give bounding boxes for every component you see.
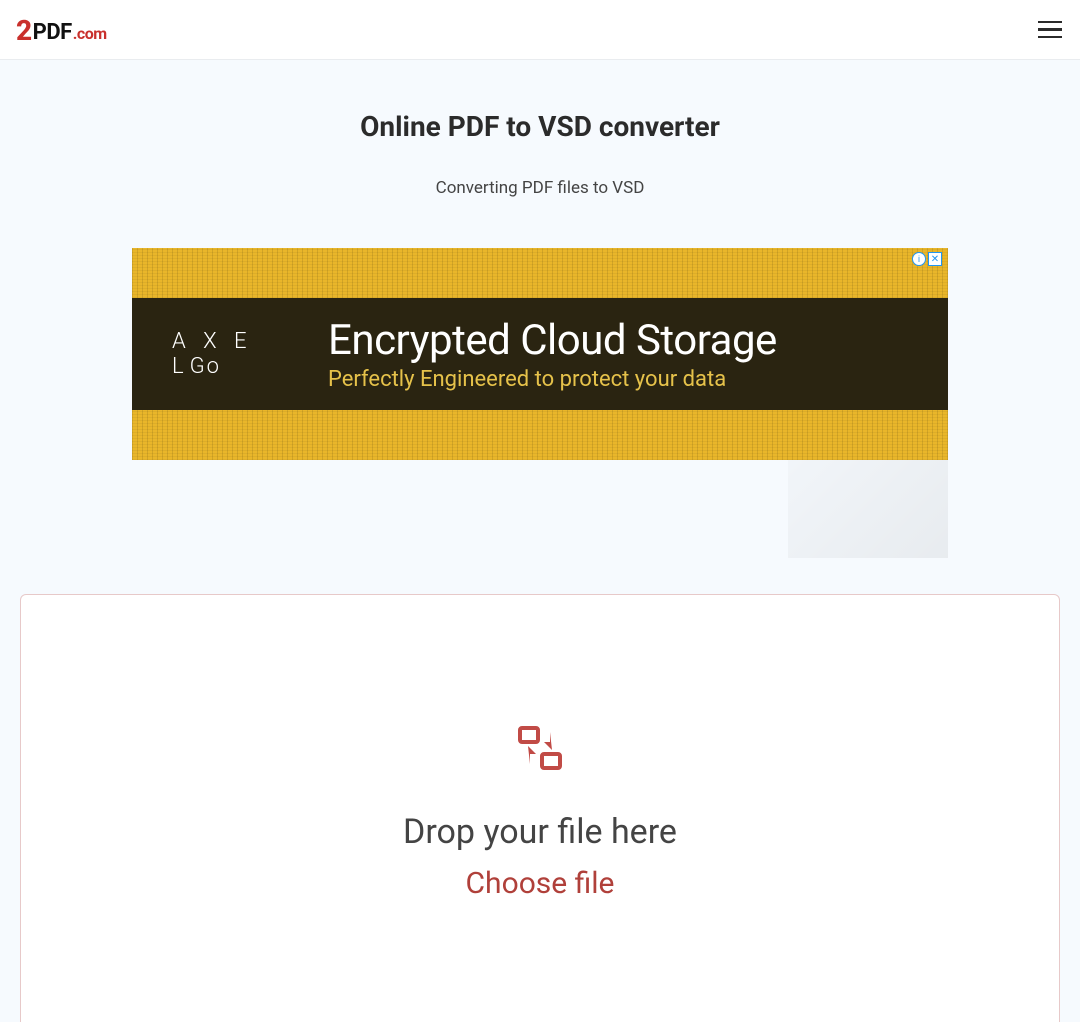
ad-tagline: Perfectly Engineered to protect your dat… [328,367,777,392]
logo-2-glyph: 2 [16,14,32,47]
dropzone-title: Drop your file here [403,812,677,852]
ad-dark-band: A X E LGo Encrypted Cloud Storage Perfec… [132,298,948,410]
logo-pdf-text: PDF [33,20,72,45]
ad-badges: i ✕ [912,252,942,266]
ad-headline: Encrypted Cloud Storage [328,316,777,365]
ad-brand: A X E LGo [172,329,312,379]
site-logo[interactable]: 2 PDF .com [16,13,107,46]
file-dropzone[interactable]: Drop your file here Choose file [20,594,1060,1022]
page-subtitle: Converting PDF files to VSD [0,178,1080,198]
ad-banner[interactable]: i ✕ A X E LGo Encrypted Cloud Storage Pe… [132,248,948,460]
logo-dotcom-text: .com [73,24,107,43]
top-bar: 2 PDF .com [0,0,1080,60]
ad-close-icon[interactable]: ✕ [928,252,942,266]
ad-info-icon[interactable]: i [912,252,926,266]
convert-icon [516,724,564,776]
ad-container: i ✕ A X E LGo Encrypted Cloud Storage Pe… [132,248,948,460]
ad-brand-suffix: Go [190,354,221,379]
ad-secondary-space [132,460,948,558]
page-title: Online PDF to VSD converter [0,110,1080,143]
choose-file-button[interactable]: Choose file [466,866,615,901]
ghost-decoration [788,460,948,558]
hamburger-menu-icon[interactable] [1038,21,1062,39]
